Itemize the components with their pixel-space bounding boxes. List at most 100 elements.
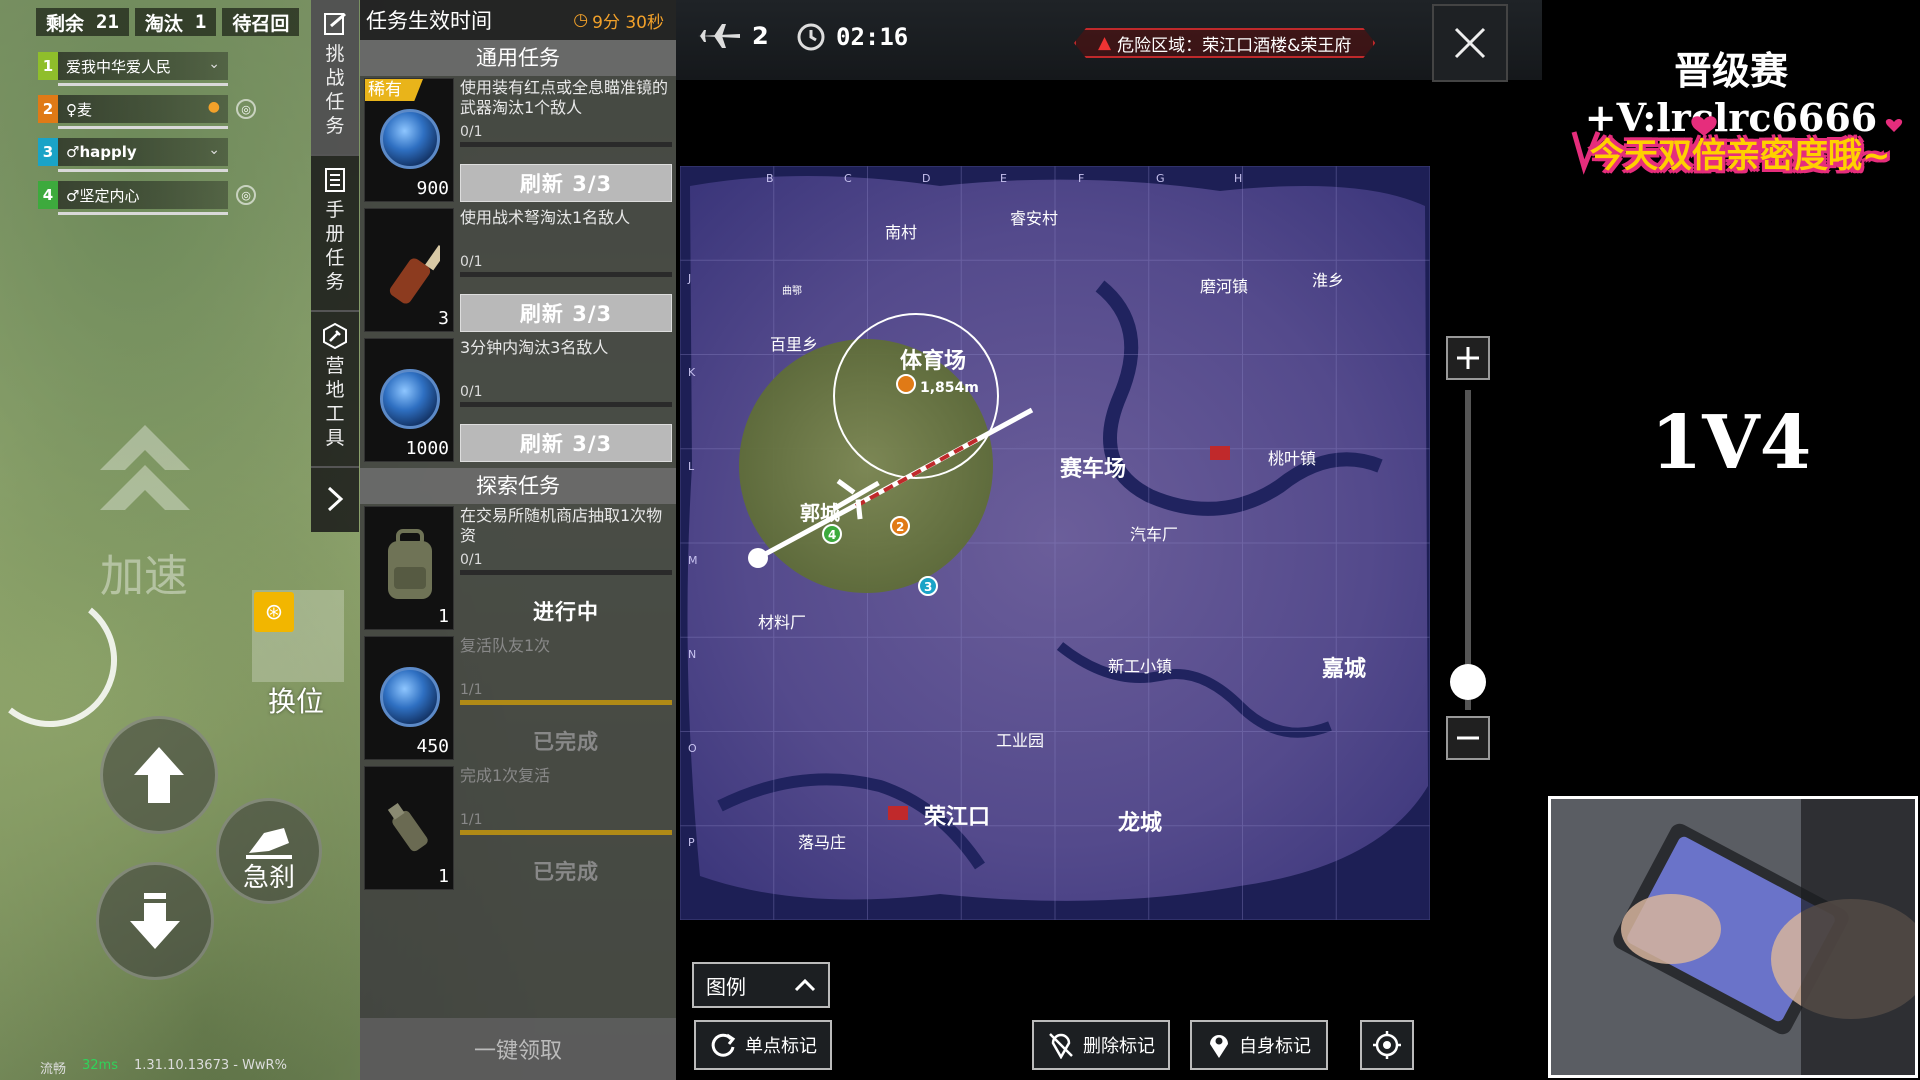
task-card: 450 复活队友1次 1/1 已完成 bbox=[364, 636, 672, 764]
webcam-feed bbox=[1548, 796, 1918, 1078]
task-progress-bar bbox=[460, 402, 672, 407]
task-progress-bar bbox=[460, 272, 672, 277]
version-text: 1.31.10.13673 - WwR% bbox=[134, 1058, 287, 1073]
grenade-icon bbox=[387, 802, 428, 852]
task-progress-bar bbox=[460, 700, 672, 705]
grid-row-label: L bbox=[688, 460, 695, 473]
team-row[interactable]: 3 ♂happly ⌄ bbox=[38, 138, 228, 172]
arrow-down-icon bbox=[130, 893, 180, 949]
task-description: 完成1次复活 bbox=[460, 766, 551, 785]
health-bar bbox=[58, 126, 228, 129]
brake-label: 急刹 bbox=[242, 862, 295, 893]
self-mark-button[interactable]: 自身标记 bbox=[1190, 1020, 1328, 1070]
svg-text:4: 4 bbox=[828, 528, 836, 542]
place-label: 桃叶镇 bbox=[1268, 449, 1316, 468]
health-bar bbox=[58, 169, 228, 172]
zoom-out-button[interactable] bbox=[1446, 716, 1490, 760]
completed-status: 已完成 bbox=[533, 730, 599, 754]
wrench-icon bbox=[323, 322, 347, 350]
elim-label: 淘汰 bbox=[144, 12, 183, 35]
place-label: 曲鄂 bbox=[782, 285, 802, 297]
task-description: 使用装有红点或全息瞄准镜的武器淘汰1个敌人 bbox=[460, 78, 669, 117]
tab-label: 手册任务 bbox=[325, 199, 345, 293]
forward-button[interactable] bbox=[100, 716, 218, 834]
task-reward: 450 bbox=[416, 736, 449, 757]
svg-text:2: 2 bbox=[896, 520, 904, 534]
hud-top: 剩余 21 淘汰 1 待召回 bbox=[36, 8, 300, 36]
task-thumb: 稀有 900 bbox=[364, 78, 454, 202]
tab-handbook[interactable]: 手册任务 bbox=[311, 156, 359, 312]
tab-challenge[interactable]: 挑战任务 bbox=[311, 0, 359, 156]
tab-camp-tools[interactable]: 营地工具 bbox=[311, 312, 359, 468]
place-label: 工业园 bbox=[996, 731, 1044, 750]
zoom-slider-track[interactable] bbox=[1465, 390, 1471, 710]
in-progress-status: 进行中 bbox=[533, 600, 599, 624]
world-map[interactable]: B C D E F G H J K L M N O P 1,854m 4 2 3 南村 睿安村 磨河镇 淮乡 百里… bbox=[680, 166, 1430, 920]
grid-row-label: J bbox=[687, 272, 691, 285]
expand-button[interactable] bbox=[311, 468, 359, 530]
network-status: 流畅 32ms 1.31.10.13673 - WwR% bbox=[40, 1058, 287, 1077]
refresh-button[interactable]: 刷新 3/3 bbox=[460, 424, 672, 462]
refresh-button[interactable]: 刷新 3/3 bbox=[460, 294, 672, 332]
team-name: 爱我中华爱人民 bbox=[66, 57, 172, 76]
grid-row-label: M bbox=[688, 554, 698, 567]
team-row[interactable]: 1 爱我中华爱人民 ⌄ bbox=[38, 52, 228, 86]
place-label: 磨河镇 bbox=[1200, 277, 1248, 296]
match-label: 1V4 bbox=[1650, 400, 1812, 486]
marker-icon: ● bbox=[207, 99, 220, 115]
grid-col-label: E bbox=[1000, 172, 1007, 185]
coin-icon bbox=[380, 369, 440, 429]
grid-col-label: F bbox=[1078, 172, 1084, 185]
task-card: 1 完成1次复活 1/1 已完成 bbox=[364, 766, 672, 894]
zoom-in-button[interactable] bbox=[1446, 336, 1490, 380]
elim-count: 1 bbox=[194, 11, 207, 33]
alive-counter: 剩余 21 bbox=[36, 8, 129, 36]
task-thumb: 3 bbox=[364, 208, 454, 332]
crosshair-icon bbox=[1373, 1031, 1401, 1059]
task-description: 3分钟内淘汰3名敌人 bbox=[460, 338, 609, 357]
zoom-slider-knob[interactable] bbox=[1450, 664, 1486, 700]
place-label: 睿安村 bbox=[1010, 209, 1058, 228]
chevron-right-icon bbox=[327, 486, 344, 512]
steering-arc[interactable] bbox=[0, 600, 120, 730]
close-map-button[interactable] bbox=[1432, 4, 1508, 82]
danger-text: 危险区域：荣江口酒楼&荣王府 bbox=[1117, 35, 1352, 56]
task-description: 使用战术弩淘汰1名敌人 bbox=[460, 208, 631, 227]
banner-text: 今天双倍亲密度哦~ bbox=[1590, 136, 1891, 176]
map-canvas[interactable]: B C D E F G H J K L M N O P 1,854m 4 2 3 南村 睿安村磨河镇 淮乡百里… bbox=[680, 166, 1430, 920]
team-row[interactable]: 2 ♀麦 ● ◎ bbox=[38, 95, 256, 129]
single-mark-button[interactable]: 单点标记 bbox=[694, 1020, 832, 1070]
task-reward: 1000 bbox=[405, 438, 449, 459]
swap-seat-label: 换位 bbox=[268, 685, 325, 718]
reverse-button[interactable] bbox=[96, 862, 214, 980]
safe-zone bbox=[739, 339, 993, 593]
place-label: 赛车场 bbox=[1059, 456, 1126, 482]
plane-counter: 2 bbox=[696, 22, 769, 50]
locate-button[interactable] bbox=[1360, 1020, 1414, 1070]
task-card: 稀有 900 使用装有红点或全息瞄准镜的武器淘汰1个敌人 0/1 刷新 3/3 bbox=[364, 78, 672, 206]
team-row[interactable]: 4 ♂坚定内心 ◎ bbox=[38, 181, 256, 215]
team-index: 1 bbox=[38, 52, 58, 80]
task-reward: 1 bbox=[438, 606, 449, 627]
place-label: 新工小镇 bbox=[1108, 657, 1172, 676]
delete-mark-button[interactable]: 删除标记 bbox=[1032, 1020, 1170, 1070]
vehicle-icon: ◎ bbox=[236, 185, 256, 205]
accelerate-button[interactable]: 加速 bbox=[100, 540, 188, 604]
brake-button[interactable]: 急刹 bbox=[216, 798, 322, 904]
rarity-badge: 稀有 bbox=[365, 79, 423, 101]
place-label: 嘉城 bbox=[1322, 656, 1366, 682]
task-reward: 3 bbox=[438, 308, 449, 329]
legend-button[interactable]: 图例 bbox=[692, 962, 830, 1008]
task-progress-bar bbox=[460, 142, 672, 147]
mission-timer: ◷ 9分 30秒 bbox=[573, 8, 664, 33]
chevron-up-icon bbox=[794, 978, 816, 992]
clock-icon bbox=[797, 23, 825, 51]
delete-mark-label: 删除标记 bbox=[1083, 1036, 1155, 1057]
waypoint-marker bbox=[896, 374, 916, 394]
plus-icon bbox=[1457, 347, 1479, 369]
refresh-button[interactable]: 刷新 3/3 bbox=[460, 164, 672, 202]
arrow-up-icon bbox=[134, 747, 184, 803]
danger-marker bbox=[1210, 446, 1230, 460]
alive-count: 21 bbox=[96, 11, 119, 33]
claim-all-button[interactable]: 一键领取 bbox=[360, 1018, 676, 1080]
